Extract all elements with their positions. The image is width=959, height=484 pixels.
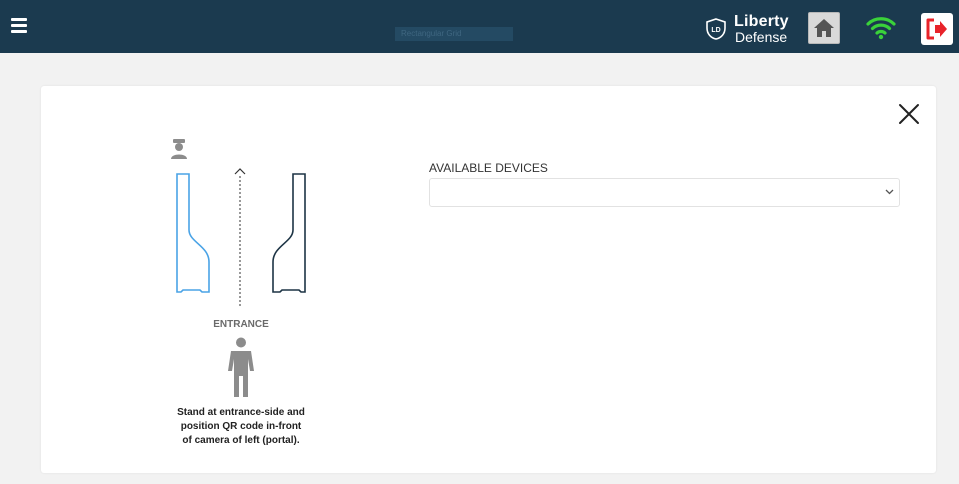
positioning-instructions: Stand at entrance-side and position QR c…: [161, 406, 321, 448]
person-icon: [228, 337, 254, 397]
menu-icon[interactable]: [11, 18, 27, 34]
left-portal: [176, 173, 210, 293]
instruction-line: Stand at entrance-side and: [177, 407, 305, 418]
wifi-icon[interactable]: [866, 16, 896, 40]
entry-arrow-icon: [234, 168, 246, 175]
available-devices-label: AVAILABLE DEVICES: [429, 161, 548, 175]
grid-mode-label: Rectangular Grid: [395, 27, 513, 41]
top-bar: Rectangular Grid LD Liberty Defense: [0, 0, 959, 53]
device-setup-card: ENTRANCE Stand at entrance-side and posi…: [41, 86, 936, 473]
brand-subname: Defense: [735, 29, 788, 45]
available-devices-select[interactable]: [429, 178, 900, 207]
instruction-line: position QR code in-front: [180, 421, 302, 432]
brand-logo: LD Liberty Defense: [704, 13, 794, 45]
svg-text:LD: LD: [711, 27, 720, 34]
instruction-line: of camera of left (portal).: [182, 435, 300, 446]
right-portal: [272, 173, 306, 293]
entrance-label: ENTRANCE: [213, 319, 269, 330]
portal-diagram: [171, 139, 306, 308]
security-guard-icon: [171, 139, 187, 159]
logout-icon: [926, 18, 947, 40]
home-button[interactable]: [808, 12, 840, 44]
logout-button[interactable]: [921, 13, 953, 45]
chevron-down-icon: [885, 189, 894, 195]
home-icon: [814, 19, 834, 37]
close-icon[interactable]: [898, 103, 920, 125]
shield-logo-icon: LD: [706, 18, 726, 40]
